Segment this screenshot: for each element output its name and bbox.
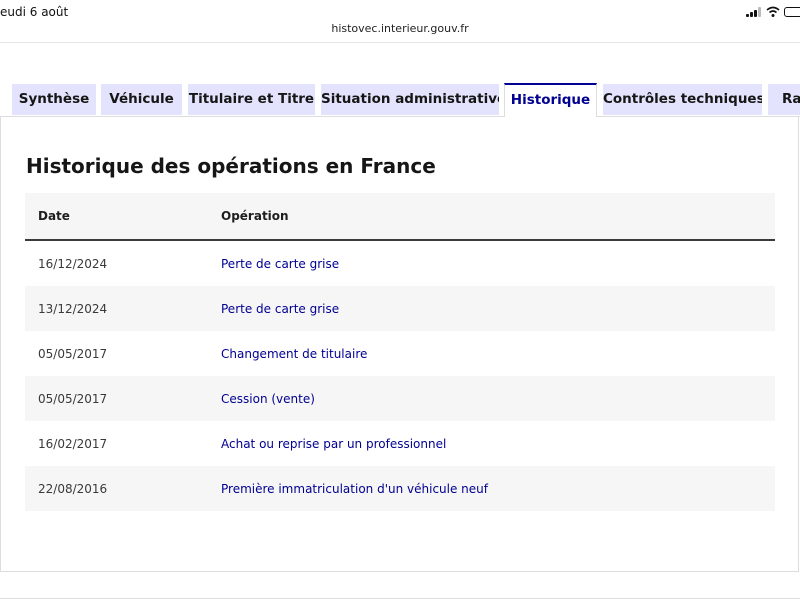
page-title: Historique des opérations en France	[26, 154, 436, 178]
battery-icon	[784, 7, 800, 17]
column-header-operation: Opération	[221, 209, 289, 223]
table-header: Date Opération	[25, 193, 775, 241]
row-date: 16/12/2024	[38, 257, 108, 271]
history-table: Date Opération 16/12/2024 Perte de carte…	[25, 193, 775, 511]
row-date: 05/05/2017	[38, 392, 108, 406]
table-row: 22/08/2016 Première immatriculation d'un…	[25, 466, 775, 511]
row-date: 22/08/2016	[38, 482, 108, 496]
divider	[0, 42, 800, 43]
status-bar: eudi 6 août	[0, 0, 800, 24]
tab-synthese[interactable]: Synthèse	[12, 84, 96, 115]
table-row: 05/05/2017 Cession (vente)	[25, 376, 775, 421]
tab-rapport[interactable]: Rap	[768, 84, 800, 115]
wifi-icon	[766, 6, 780, 17]
row-date: 16/02/2017	[38, 437, 108, 451]
divider	[0, 598, 800, 599]
table-row: 16/02/2017 Achat ou reprise par un profe…	[25, 421, 775, 466]
table-row: 16/12/2024 Perte de carte grise	[25, 241, 775, 286]
tab-titulaire[interactable]: Titulaire et Titre	[188, 84, 315, 115]
tab-situation-administrative[interactable]: Situation administrative	[321, 84, 499, 115]
row-operation[interactable]: Perte de carte grise	[221, 302, 339, 316]
tab-controles-techniques[interactable]: Contrôles techniques	[603, 84, 762, 115]
row-operation[interactable]: Achat ou reprise par un professionnel	[221, 437, 446, 451]
row-operation[interactable]: Perte de carte grise	[221, 257, 339, 271]
address-bar[interactable]: histovec.interieur.gouv.fr	[0, 22, 800, 42]
status-icons	[746, 4, 800, 20]
table-row: 05/05/2017 Changement de titulaire	[25, 331, 775, 376]
row-operation[interactable]: Première immatriculation d'un véhicule n…	[221, 482, 488, 496]
row-operation[interactable]: Cession (vente)	[221, 392, 315, 406]
tab-vehicule[interactable]: Véhicule	[101, 84, 182, 115]
row-date: 05/05/2017	[38, 347, 108, 361]
tab-historique[interactable]: Historique	[504, 83, 597, 117]
status-date: eudi 6 août	[0, 5, 69, 19]
table-row: 13/12/2024 Perte de carte grise	[25, 286, 775, 331]
row-operation[interactable]: Changement de titulaire	[221, 347, 367, 361]
row-date: 13/12/2024	[38, 302, 108, 316]
column-header-date: Date	[38, 209, 70, 223]
tab-bar: Synthèse Véhicule Titulaire et Titre Sit…	[0, 82, 800, 117]
url-text[interactable]: histovec.interieur.gouv.fr	[331, 22, 468, 35]
signal-icon	[746, 7, 762, 17]
